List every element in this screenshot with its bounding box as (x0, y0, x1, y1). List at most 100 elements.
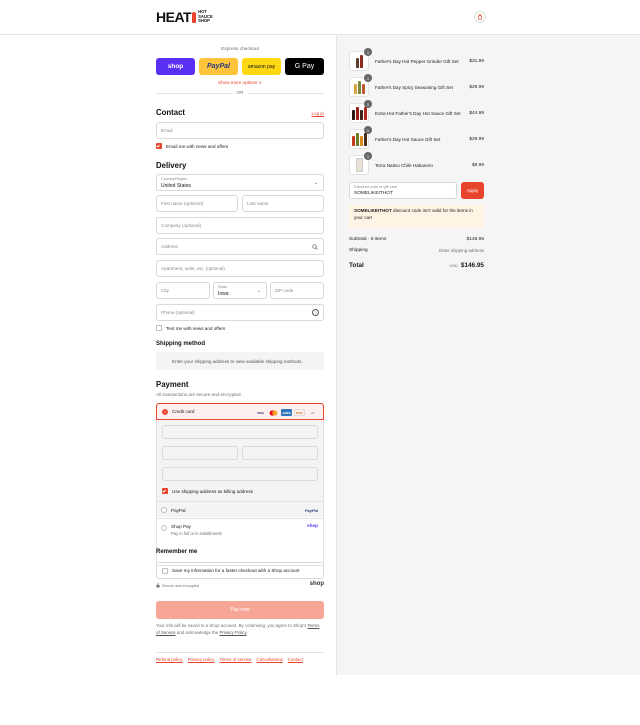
shipping-method-note: Enter your shipping address to view avai… (156, 352, 324, 370)
product-thumbnail: 1 (349, 74, 372, 97)
quantity-badge: 1 (364, 126, 372, 134)
shipping-method-heading: Shipping method (156, 341, 205, 347)
visa-icon: VISA (256, 410, 264, 415)
name-on-card-field[interactable] (162, 467, 318, 481)
save-info-checkbox[interactable]: Save my information for a faster checkou… (156, 562, 324, 579)
radio-unselected[interactable] (161, 507, 167, 513)
footer-links: Refund policy Privacy policy Terms of se… (156, 657, 303, 662)
phone-field[interactable]: Phone (optional) ? (156, 304, 324, 321)
login-link[interactable]: Log in (311, 111, 324, 116)
quantity-badge: 1 (364, 152, 372, 160)
product-thumbnail: 1 (349, 152, 372, 175)
company-field[interactable]: Company (optional) (156, 217, 324, 234)
email-field[interactable]: Email (156, 122, 324, 139)
privacy-policy-footer-link[interactable]: Privacy policy (188, 657, 215, 662)
shop-pay-logo: shop (307, 523, 318, 528)
shop-pay-express-button[interactable]: shop (156, 58, 195, 75)
checkbox-checked[interactable] (156, 143, 162, 149)
quantity-badge: 1 (364, 74, 372, 82)
shopping-bag-icon[interactable] (474, 11, 486, 23)
shop-logo: shop (309, 581, 324, 587)
lock-icon (156, 583, 160, 588)
show-more-options-link[interactable]: Show more options ∨ (156, 80, 324, 86)
city-field[interactable]: City (156, 282, 210, 299)
product-name: Terra Nativo Chile Habanero (375, 162, 433, 168)
text-news-checkbox[interactable]: Text me with news and offers (156, 325, 225, 331)
payment-heading: Payment (156, 380, 189, 389)
discount-warning: SOMELIKEITHOT discount code isn't valid … (349, 205, 484, 228)
privacy-policy-link[interactable]: Privacy Policy (219, 630, 246, 635)
checkbox-checked[interactable] (162, 488, 168, 494)
express-checkout-buttons: shop PayPal amazon pay G Pay (156, 58, 324, 75)
security-code-field[interactable] (242, 446, 318, 460)
more-cards-badge: +5 (310, 410, 315, 415)
paypal-express-button[interactable]: PayPal (199, 58, 238, 75)
product-thumbnail: 1 (349, 126, 372, 149)
help-icon[interactable]: ? (312, 309, 319, 316)
secure-note: Secure and encrypted (156, 583, 199, 588)
product-price: $29.99 (469, 136, 484, 142)
payment-option-shop-pay[interactable]: Shop Pay Pay in full or in installments … (156, 518, 324, 540)
order-item: 1 Father's Day Hot Sauce Gift Set $29.99 (349, 126, 484, 149)
quantity-badge: 1 (364, 48, 372, 56)
checkbox-unchecked[interactable] (162, 567, 168, 574)
product-name: Father's Day Spicy Seasoning Gift Set (375, 84, 453, 90)
amex-icon: AMEX (281, 409, 292, 416)
terms-of-service-footer-link[interactable]: Terms of service (219, 657, 251, 662)
expiration-date-field[interactable] (162, 446, 238, 460)
zip-field[interactable]: ZIP code (270, 282, 324, 299)
google-pay-express-button[interactable]: G Pay (285, 58, 324, 75)
shop-pay-subtitle: Pay in full or in installments (171, 531, 222, 536)
checkbox-unchecked[interactable] (156, 325, 162, 331)
or-separator: OR (232, 90, 248, 95)
email-news-checkbox[interactable]: Email me with news and offers (156, 143, 228, 149)
billing-same-checkbox[interactable]: Use shipping address as billing address (162, 488, 253, 494)
apartment-field[interactable]: Apartment, suite, etc. (optional) (156, 260, 324, 277)
radio-selected[interactable] (162, 408, 168, 415)
address-field[interactable]: Address (156, 238, 324, 255)
legal-text: Your info will be saved to a Shop accoun… (156, 623, 320, 635)
logo-heat-text: HEAT (156, 9, 192, 25)
order-item: 1 Terra Nativo Chile Habanero $9.99 (349, 152, 484, 175)
last-name-field[interactable]: Last name (242, 195, 324, 212)
amazon-pay-express-button[interactable]: amazon pay (242, 58, 281, 75)
chevron-down-icon: ⌄ (313, 180, 318, 186)
shipping-row: Shipping Enter shipping address (349, 248, 484, 253)
discount-code-field[interactable]: Discount code or gift card SOMELIKEITHOT (349, 182, 457, 199)
product-name: Father's Day Hot Pepper Grinder Gift Set (375, 58, 459, 64)
card-number-field[interactable] (162, 425, 318, 439)
product-name: Father's Day Hot Sauce Gift Set (375, 136, 441, 142)
product-price: $44.99 (469, 110, 484, 116)
first-name-field[interactable]: First name (optional) (156, 195, 238, 212)
refund-policy-link[interactable]: Refund policy (156, 657, 183, 662)
product-price: $9.99 (471, 162, 484, 168)
search-icon (312, 244, 318, 250)
product-price: $29.99 (469, 84, 484, 90)
apply-discount-button[interactable]: Apply (461, 182, 484, 199)
delivery-heading: Delivery (156, 161, 187, 170)
payment-option-paypal[interactable]: PayPal PayPal (156, 501, 324, 518)
product-name: Extra Hot Father's Day Hot Sauce Gift Se… (375, 110, 461, 116)
remember-me-heading: Remember me (156, 549, 198, 555)
radio-unselected[interactable] (161, 525, 167, 531)
payment-subtitle: All transactions are secure and encrypte… (156, 392, 242, 397)
product-thumbnail: 1 (349, 100, 372, 123)
pay-now-button[interactable]: Pay now (156, 601, 324, 619)
contact-link[interactable]: Contact (288, 657, 303, 662)
contact-heading: Contact (156, 108, 186, 117)
payment-option-credit-card[interactable]: Credit card VISA AMEX DISC +5 (156, 403, 324, 420)
flame-icon (192, 11, 197, 23)
subtotal-row: Subtotal · 5 items $146.95 (349, 237, 484, 242)
logo-subtitle: HOT SAUCE SHOP (198, 9, 213, 24)
total-row: Total USD $146.95 (349, 262, 484, 269)
header: HEAT HOT SAUCE SHOP (0, 0, 640, 35)
mastercard-icon (268, 409, 279, 416)
chevron-down-icon: ⌄ (256, 288, 261, 294)
state-select[interactable]: State Iowa ⌄ (213, 282, 267, 299)
cancellations-link[interactable]: Cancellations (256, 657, 282, 662)
store-logo[interactable]: HEAT HOT SAUCE SHOP (156, 9, 213, 25)
card-brand-icons: VISA AMEX DISC +5 (255, 409, 318, 416)
footer-divider (156, 652, 324, 653)
country-select[interactable]: Country/Region United States ⌄ (156, 174, 324, 191)
quantity-badge: 1 (364, 100, 372, 108)
